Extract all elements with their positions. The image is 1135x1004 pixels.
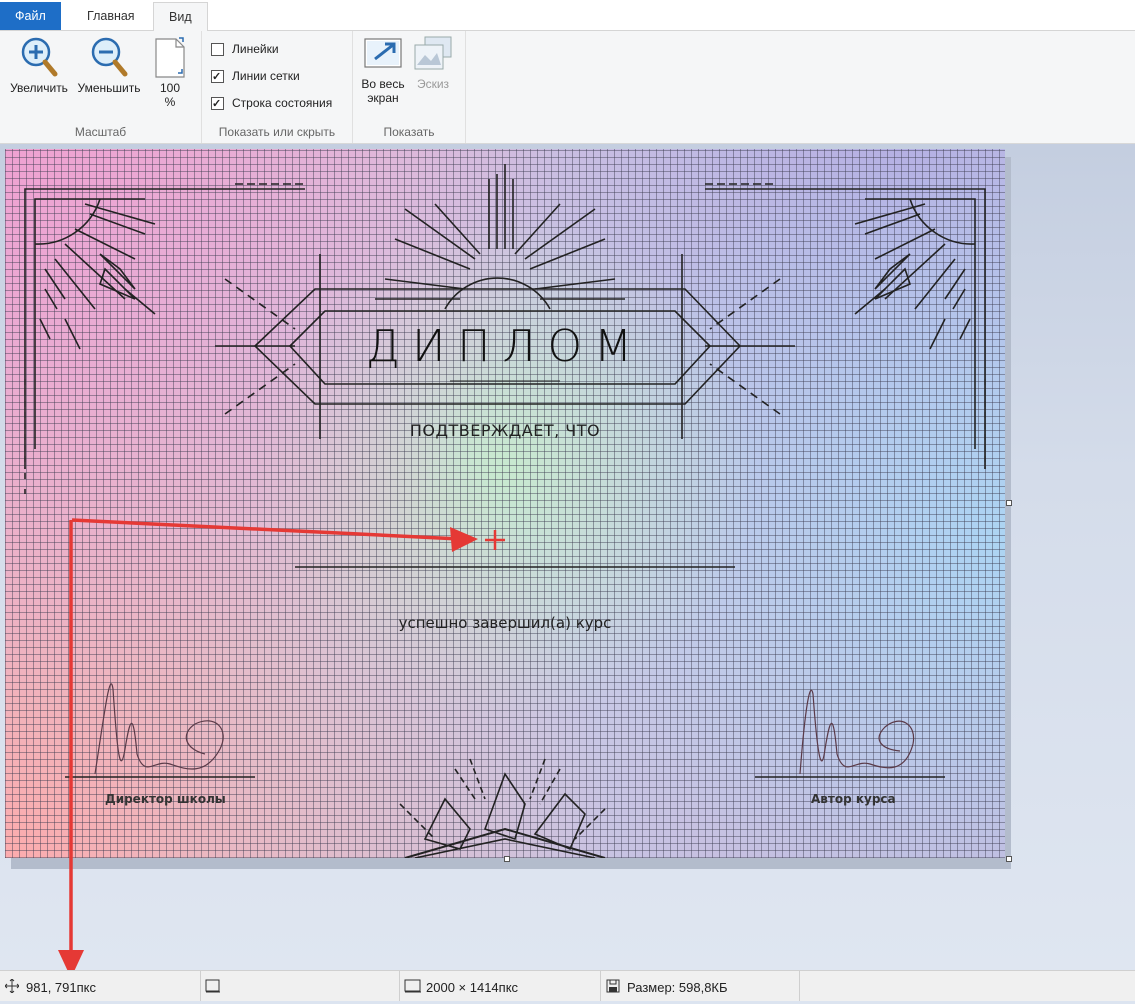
resize-handle-right[interactable] xyxy=(1006,500,1012,506)
zoom-out-icon xyxy=(91,37,128,77)
scale-group-label: Масштаб xyxy=(74,125,127,139)
thumbnail-icon xyxy=(414,36,452,70)
actual-size-label-2: % xyxy=(164,95,176,109)
file-size: Размер: 598,8КБ xyxy=(601,971,800,1001)
statusbar-label: Строка состояния xyxy=(232,96,333,110)
zoom-in-button[interactable]: Увеличить xyxy=(8,35,70,95)
diploma-subtitle: ПОДТВЕРЖДАЕТ, ЧТО xyxy=(409,421,601,440)
image-dimensions: 2000 × 1414пкс xyxy=(400,971,601,1001)
zoom-out-label: Уменьшить xyxy=(77,81,141,95)
status-bar: 981, 791пкс 2000 × 1414пкс Размер: 598,8… xyxy=(0,970,1135,1001)
zoom-in-label: Увеличить xyxy=(10,81,68,95)
rulers-label: Линейки xyxy=(232,42,279,56)
page-icon xyxy=(155,37,185,78)
diploma-image[interactable]: ДИПЛОМ ПОДТВЕРЖДАЕТ, ЧТО успешно заверши… xyxy=(5,149,1005,858)
tab-view[interactable]: Вид xyxy=(153,2,208,32)
display-group-label: Показать xyxy=(383,125,435,139)
zoom-in-icon xyxy=(21,37,58,77)
diploma-ornament xyxy=(24,164,986,858)
resize-handle-bottom[interactable] xyxy=(504,856,510,862)
scale-group: Увеличить Уменьшить 100 % Масштаб xyxy=(0,31,202,143)
selection-icon xyxy=(205,979,220,993)
image-dimensions-text: 2000 × 1414пкс xyxy=(426,980,519,995)
resize-handle-corner[interactable] xyxy=(1006,856,1012,862)
ribbon-tabs: Файл Главная Вид xyxy=(0,0,1135,32)
gridlines-label: Линии сетки xyxy=(232,69,300,83)
actual-size-button[interactable]: 100 % xyxy=(150,35,190,109)
display-group: Во весь экран Эскиз Показать xyxy=(353,31,466,143)
tab-file[interactable]: Файл xyxy=(0,2,61,30)
thumbnail-label: Эскиз xyxy=(416,77,450,91)
actual-size-label-1: 100 xyxy=(159,81,181,95)
statusbar-check-box[interactable] xyxy=(211,95,224,113)
diploma-course: успешно завершил(а) курс xyxy=(398,614,612,632)
cursor-move-icon xyxy=(5,979,19,993)
canvas-area[interactable]: ДИПЛОМ ПОДТВЕРЖДАЕТ, ЧТО успешно заверши… xyxy=(0,144,1135,970)
fullscreen-label-1: Во весь xyxy=(361,77,405,91)
tab-home[interactable]: Главная xyxy=(72,2,150,30)
zoom-out-button[interactable]: Уменьшить xyxy=(74,35,144,95)
selection-size xyxy=(201,971,400,1001)
author-label: Автор курса xyxy=(811,792,896,806)
cursor-position-text: 981, 791пкс xyxy=(26,980,96,995)
fullscreen-button[interactable]: Во весь экран xyxy=(357,35,409,105)
thumbnail-button[interactable]: Эскиз xyxy=(411,35,455,91)
fullscreen-label-2: экран xyxy=(367,91,399,105)
director-label: Директор школы xyxy=(105,792,226,806)
gridlines-check-box[interactable] xyxy=(211,68,224,86)
file-size-text: Размер: 598,8КБ xyxy=(627,980,728,995)
disk-icon xyxy=(606,979,620,993)
dimensions-icon xyxy=(404,979,421,993)
diploma-title: ДИПЛОМ xyxy=(365,321,645,372)
rulers-check-box[interactable] xyxy=(211,43,224,56)
fullscreen-icon xyxy=(364,38,402,68)
cursor-position: 981, 791пкс xyxy=(0,971,201,1001)
showhide-group-label: Показать или скрыть xyxy=(218,125,336,139)
ribbon: Увеличить Уменьшить 100 % Масштаб Показа… xyxy=(0,31,1135,144)
